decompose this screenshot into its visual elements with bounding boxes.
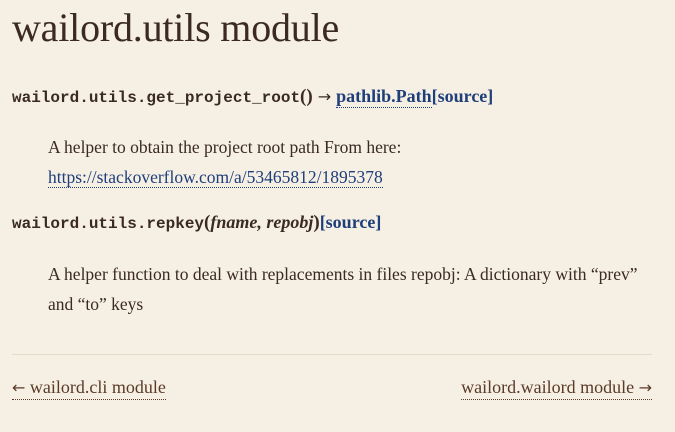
divider	[12, 354, 652, 355]
next-page-link[interactable]: wailord.wailord module →	[461, 376, 652, 400]
function-description: A helper to obtain the project root path…	[48, 132, 648, 192]
function-parens: ()	[300, 86, 313, 107]
function-signature-repkey: wailord.utils.repkey ( fname, repobj ) […	[12, 212, 381, 234]
function-name: wailord.utils.repkey	[12, 215, 205, 233]
arrow-right-icon: →	[638, 378, 652, 397]
function-signature-get-project-root: wailord.utils.get_project_root () → path…	[12, 86, 493, 108]
function-name: wailord.utils.get_project_root	[12, 89, 301, 107]
function-description: A helper function to deal with replaceme…	[48, 264, 638, 314]
stackoverflow-link[interactable]: https://stackoverflow.com/a/53465812/189…	[48, 167, 383, 188]
next-page-label: wailord.wailord module	[461, 377, 635, 397]
arrow-left-icon: ←	[12, 378, 26, 397]
page-title: wailord.utils module	[12, 5, 340, 50]
prev-page-label: wailord.cli module	[29, 377, 166, 397]
description-text: A helper to obtain the project root path…	[48, 137, 402, 157]
return-arrow-icon: →	[317, 87, 332, 106]
function-params: fname, repobj	[210, 212, 314, 232]
prev-page-link[interactable]: ← wailord.cli module	[12, 376, 166, 400]
source-link[interactable]: [source]	[320, 212, 382, 233]
return-type-link[interactable]: pathlib.Path	[336, 86, 432, 108]
source-link[interactable]: [source]	[432, 86, 494, 107]
